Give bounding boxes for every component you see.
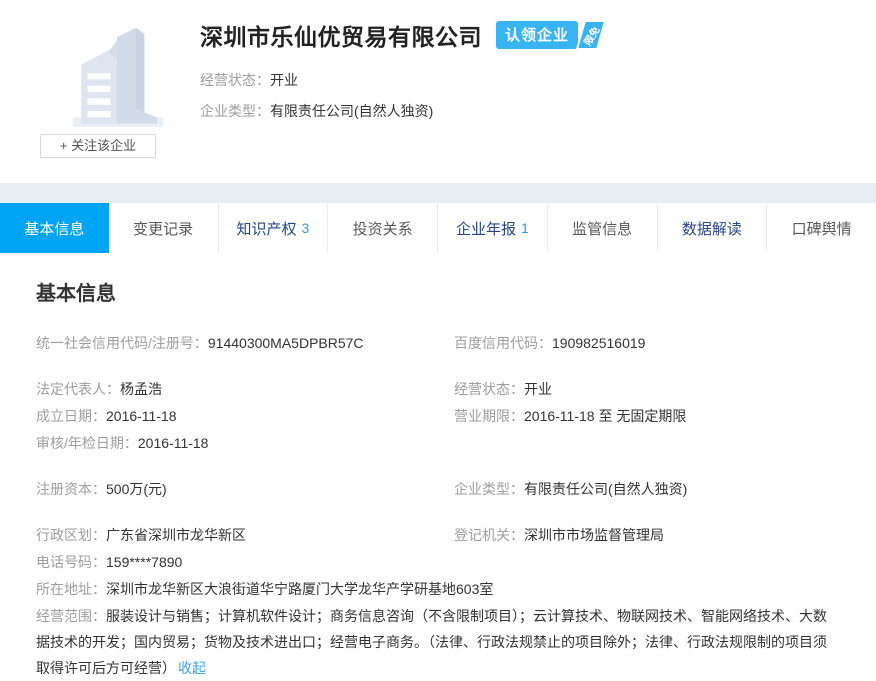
field-value: 有限责任公司(自然人独资) [524,481,687,497]
field-row-legal-representative: 法定代表人：杨孟浩 经营状态：开业 [36,376,840,403]
building-icon [58,14,176,130]
field-value: 159****7890 [106,554,182,570]
claim-company-badge[interactable]: 认领企业 限免 [496,20,602,50]
tab-public-opinion[interactable]: 口碑舆情 [766,203,876,253]
field-row-phone-number: 电话号码：159****7890 [36,549,840,576]
field-label: 行政区划： [36,527,106,543]
free-ribbon-label: 限免 [579,23,602,48]
field-row-annual-check-date: 审核/年检日期：2016-11-18 [36,430,840,457]
company-logo [58,14,176,130]
tab-basic-info[interactable]: 基本信息 [0,203,109,253]
field-row-business-scope: 经营范围：服装设计与销售；计算机软件设计；商务信息咨询（不含限制项目）；云计算技… [36,603,840,681]
tab-label: 口碑舆情 [792,218,852,239]
field-value: 190982516019 [552,335,645,351]
field-row-registered-capital: 注册资本：500万(元) 企业类型：有限责任公司(自然人独资) [36,476,840,503]
field-label: 百度信用代码： [454,335,552,351]
field-label: 注册资本： [36,481,106,497]
tab-change-records[interactable]: 变更记录 [109,203,218,253]
field-label: 营业期限： [454,408,524,424]
tab-data-interpretation[interactable]: 数据解读 [657,203,767,253]
field-row-establish-date: 成立日期：2016-11-18 营业期限：2016-11-18 至 无固定期限 [36,403,840,430]
field-row-address: 所在地址：深圳市龙华新区大浪街道华宁路厦门大学龙华产学研基地603室 [36,576,840,603]
tab-investment-relations[interactable]: 投资关系 [327,203,437,253]
company-type-value: 有限责任公司(自然人独资) [270,103,433,119]
field-label: 电话号码： [36,554,106,570]
field-label: 统一社会信用代码/注册号： [36,335,208,351]
basic-info-panel: 基本信息 统一社会信用代码/注册号：91440300MA5DPBR57C 百度信… [0,253,876,681]
field-label: 审核/年检日期： [36,435,138,451]
tab-supervision-info[interactable]: 监管信息 [547,203,657,253]
tab-label: 企业年报 [456,218,516,239]
tab-count: 3 [301,220,309,236]
header-divider-strip [0,183,876,203]
tab-bar: 基本信息 变更记录 知识产权 3 投资关系 企业年报 1 监管信息 数据解读 口碑舆… [0,203,876,253]
company-type-label: 企业类型： [200,103,270,119]
field-row-credit-code: 统一社会信用代码/注册号：91440300MA5DPBR57C 百度信用代码：1… [36,330,840,357]
field-value: 开业 [524,381,552,397]
tab-intellectual-property[interactable]: 知识产权 3 [218,203,328,253]
free-ribbon: 限免 [576,20,607,50]
tab-label: 投资关系 [353,218,413,239]
tab-label: 基本信息 [24,218,84,239]
business-scope-text: 服装设计与销售；计算机软件设计；商务信息咨询（不含限制项目）；云计算技术、物联网… [36,608,827,676]
company-header: + 关注该企业 深圳市乐仙优贸易有限公司 认领企业 限免 经营状态：开业 企业类… [0,0,876,183]
field-label: 企业类型： [454,481,524,497]
tab-label: 变更记录 [133,218,193,239]
field-value: 深圳市龙华新区大浪街道华宁路厦门大学龙华产学研基地603室 [106,581,493,597]
tab-count: 1 [521,220,529,236]
status-value: 开业 [270,72,298,88]
field-value: 500万(元) [106,481,167,497]
field-value: 2016-11-18 至 无固定期限 [524,408,686,424]
field-value: 2016-11-18 [106,408,177,424]
tab-label: 数据解读 [682,218,742,239]
field-value: 2016-11-18 [138,435,209,451]
field-row-administrative-division: 行政区划：广东省深圳市龙华新区 登记机关：深圳市市场监督管理局 [36,522,840,549]
field-label: 登记机关： [454,527,524,543]
field-label: 成立日期： [36,408,106,424]
field-label: 经营状态： [454,381,524,397]
field-label: 所在地址： [36,581,106,597]
field-value: 深圳市市场监督管理局 [524,527,664,543]
section-title: 基本信息 [36,277,840,306]
tab-label: 监管信息 [572,218,632,239]
collapse-link[interactable]: 收起 [178,660,206,676]
field-value: 91440300MA5DPBR57C [208,335,364,351]
follow-company-button[interactable]: + 关注该企业 [40,134,156,158]
claim-badge-label: 认领企业 [496,21,578,49]
tab-annual-report[interactable]: 企业年报 1 [437,203,547,253]
field-label: 经营范围： [36,608,106,624]
tab-label: 知识产权 [236,218,296,239]
status-label: 经营状态： [200,72,270,88]
company-name: 深圳市乐仙优贸易有限公司 [200,18,482,52]
field-value: 广东省深圳市龙华新区 [106,527,246,543]
field-label: 法定代表人： [36,381,120,397]
field-value: 杨孟浩 [120,381,162,397]
